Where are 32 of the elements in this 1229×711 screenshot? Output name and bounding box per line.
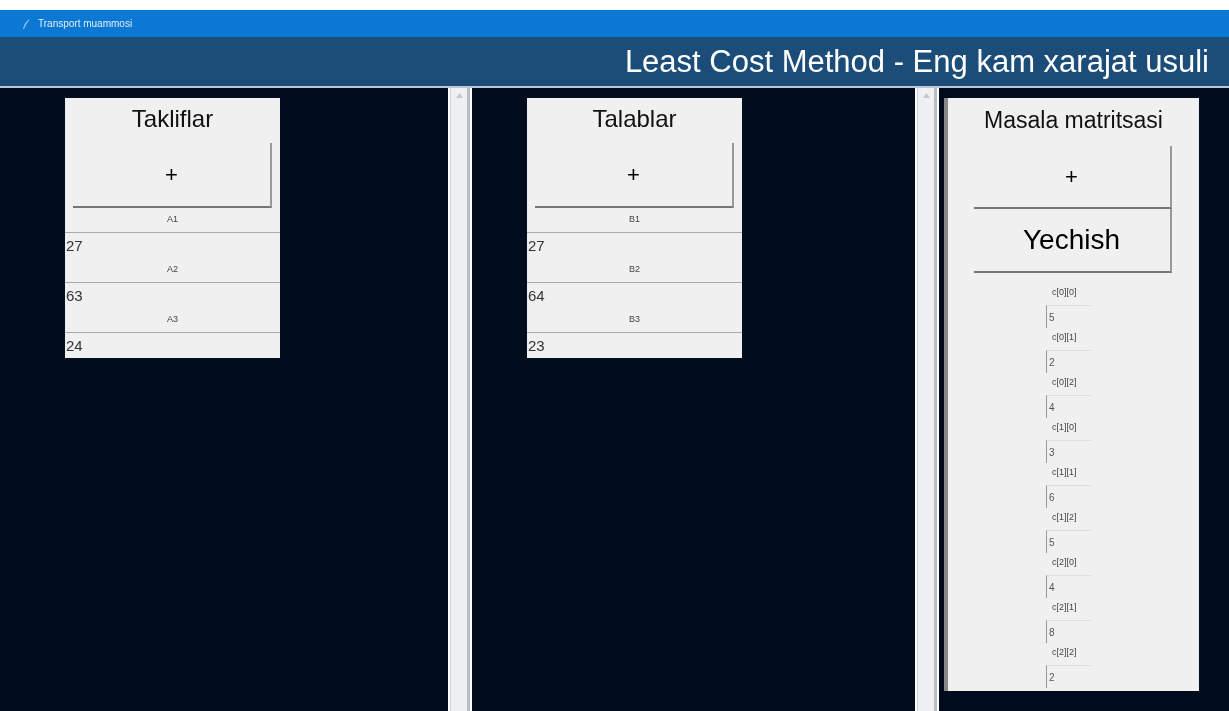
cost-field[interactable]: 2 [1046, 350, 1091, 373]
header-title: Least Cost Method - Eng kam xarajat usuli [624, 43, 1209, 80]
cost-field[interactable]: 4 [1046, 575, 1091, 598]
cost-field[interactable]: 3 [1046, 440, 1091, 463]
scrollbar[interactable] [450, 88, 470, 711]
add-button[interactable]: + [73, 143, 272, 208]
cell-label: c[0][0] [1051, 286, 1077, 299]
card-title: Masala matritsasi [984, 106, 1163, 135]
cost-field[interactable]: 8 [1046, 620, 1091, 643]
cell-label: c[1][0] [1051, 421, 1077, 434]
cost-field[interactable]: 4 [1046, 395, 1091, 418]
scroll-up-icon[interactable] [455, 93, 463, 98]
cost-field[interactable]: 5 [1046, 530, 1091, 553]
add-button[interactable]: + [973, 146, 1172, 209]
cost-field[interactable]: 6 [1046, 485, 1091, 508]
card-title: Talablar [591, 104, 678, 134]
feather-icon [22, 17, 32, 30]
window-title: Transport muammosi [38, 18, 133, 29]
cell-label: c[2][1] [1051, 601, 1077, 614]
solve-button[interactable]: Yechish [973, 209, 1172, 273]
cell-label: c[2][0] [1051, 556, 1077, 569]
cell-label: c[0][2] [1051, 376, 1077, 389]
scrollbar[interactable] [917, 88, 937, 711]
cost-field[interactable]: 5 [1046, 305, 1091, 328]
cell-label: c[0][1] [1051, 331, 1077, 344]
card-title: Takliflar [130, 104, 215, 134]
scroll-up-icon[interactable] [922, 93, 930, 98]
cell-label: c[2][2] [1051, 646, 1077, 659]
cell-label: c[1][1] [1051, 466, 1077, 479]
cell-label: c[1][2] [1051, 511, 1077, 524]
add-button[interactable]: + [535, 143, 734, 208]
cost-field[interactable]: 2 [1046, 665, 1091, 688]
